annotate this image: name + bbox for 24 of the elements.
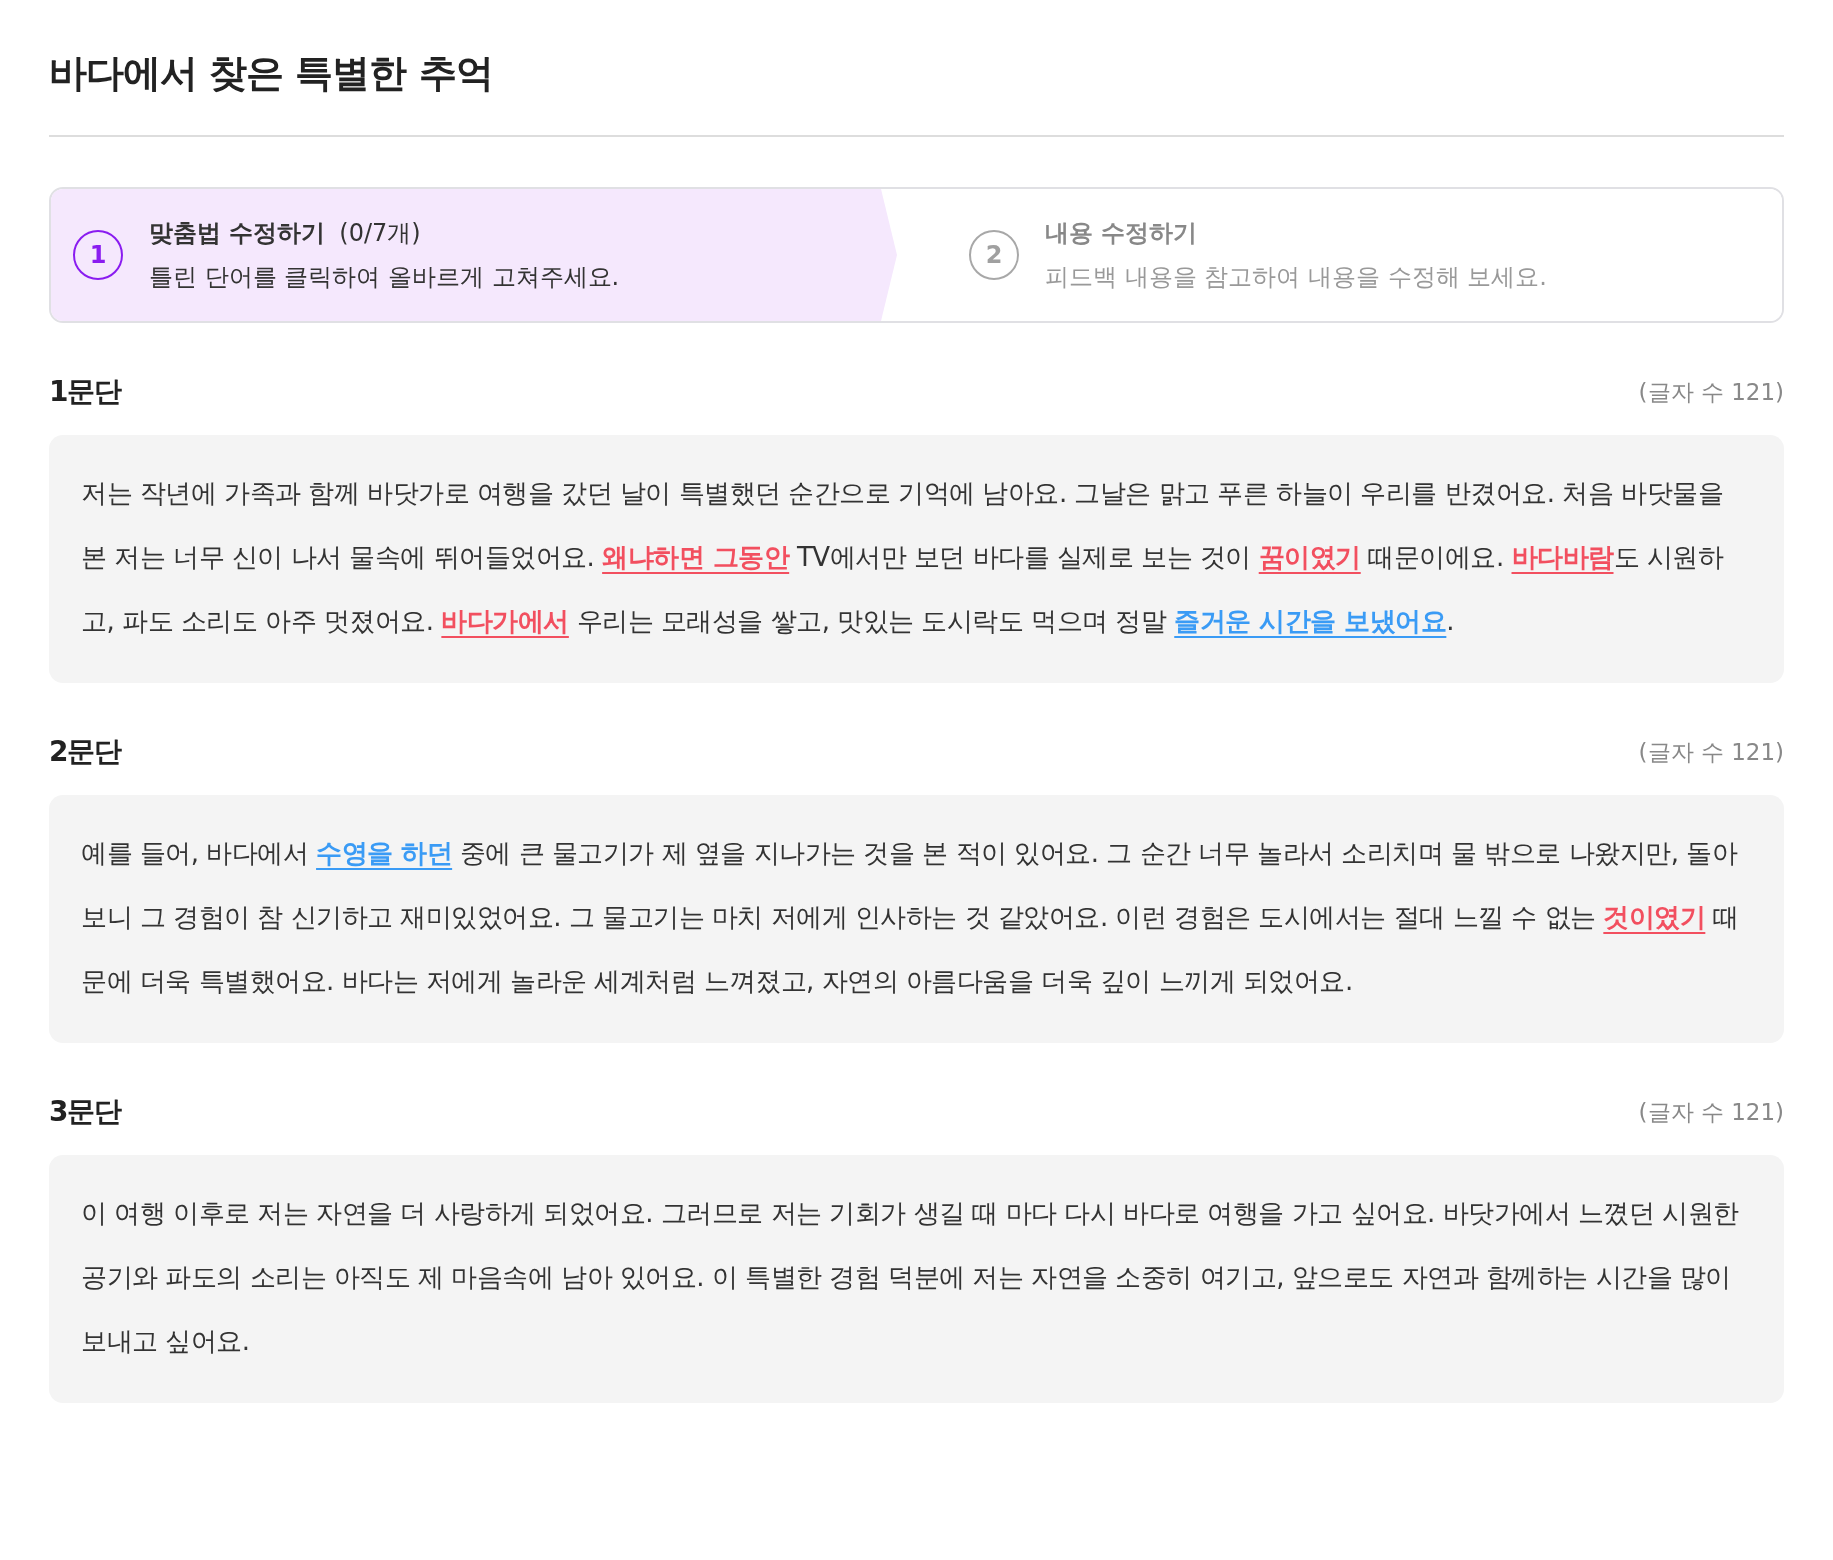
page-title: 바다에서 찾은 특별한 추억	[49, 50, 494, 97]
paragraph-heading: 2문단	[49, 734, 122, 770]
spelling-error-link[interactable]: 것이였기	[1603, 902, 1706, 932]
spelling-error-link[interactable]: 바다가에서	[441, 606, 569, 636]
paragraph-text: 예를 들어, 바다에서 수영을 하던 중에 큰 물고기가 제 옆을 지나가는 것을 본 적이 있어요. 그 순간 너무 놀라서 소리치며 물 밖으로 나왔지만, 돌아보니 그 경험이 참 신기하고 재미있었어요. 그 물고기는 마치 저에게 인사하는 것 같았어요. 이런 경험은 도시에서는 절대 느낄 수 없는 것이였기 때문에 더욱 특별했어요. 바다는 저에게 놀라운 세계처럼 느껴졌고, 자연의 아름다움을 더욱 깊이 느끼게 되었어요.	[81, 837, 1740, 998]
feedback-link[interactable]: 수영을 하던	[316, 838, 453, 868]
step-description: 틀린 단어를 클릭하여 올바르게 고쳐주세요.	[149, 262, 620, 293]
step-number: 1	[73, 230, 123, 280]
spelling-error-link[interactable]: 꿈이였기	[1258, 542, 1361, 572]
spelling-error-link[interactable]: 바다바람	[1511, 542, 1614, 572]
step-number: 2	[969, 230, 1019, 280]
paragraph-text: 저는 작년에 가족과 함께 바닷가로 여행을 갔던 날이 특별했던 순간으로 기억에 남아요. 그날은 맑고 푸른 하늘이 우리를 반겼어요. 처음 바닷물을 본 저는 너무 신이 나서 물속에 뛰어들었어요. 왜냐하면 그동안 TV에서만 보던 바다를 실제로 보는 것이 꿈이였기 때문이에요. 바다바람도 시원하고, 파도 소리도 아주 멋졌어요. 바다가에서 우리는 모래성을 쌓고, 맛있는 도시락도 먹으며 정말 즐거운 시간을 보냈어요.	[81, 477, 1725, 638]
paragraph-text: 이 여행 이후로 저는 자연을 더 사랑하게 되었어요. 그러므로 저는 기회가 생길 때 마다 다시 바다로 여행을 가고 싶어요. 바닷가에서 느꼈던 시원한 공기와 파도의 소리는 아직도 제 마음속에 남아 있어요. 이 특별한 경험 덕분에 저는 자연을 소중히 여기고, 앞으로도 자연과 함께하는 시간을 많이 보내고 싶어요.	[81, 1197, 1740, 1358]
character-count: (글자 수 121)	[1638, 1097, 1784, 1127]
step-label: 맞춤법 수정하기	[149, 218, 326, 249]
character-count: (글자 수 121)	[1638, 377, 1784, 407]
step-description: 피드백 내용을 참고하여 내용을 수정해 보세요.	[1045, 262, 1547, 293]
paragraph-heading: 3문단	[49, 1094, 122, 1130]
paragraph-heading: 1문단	[49, 374, 122, 410]
step-label: 내용 수정하기	[1045, 218, 1198, 249]
character-count: (글자 수 121)	[1638, 737, 1784, 767]
step-count: (0/7개)	[339, 218, 421, 249]
feedback-link[interactable]: 즐거운 시간을 보냈어요	[1174, 606, 1447, 636]
spelling-error-link[interactable]: 왜냐하면 그동안	[602, 542, 790, 572]
